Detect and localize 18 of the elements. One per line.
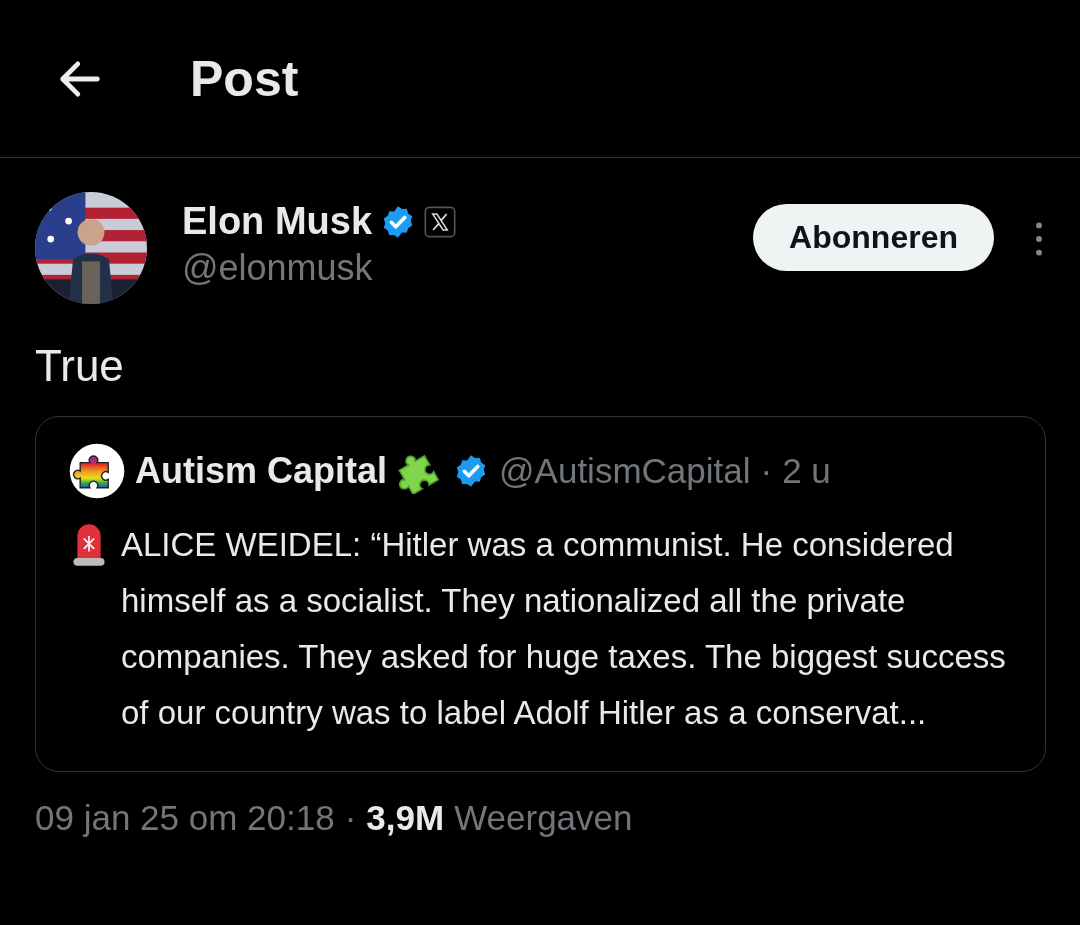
quoted-author-name[interactable]: Autism Capital [135,450,388,492]
views-label: Weergaven [454,798,633,838]
quoted-post-card[interactable] [35,416,1046,772]
post-timestamp: 09 jan 25 om 20:18 [35,798,335,838]
follow-button[interactable]: Abonneren [753,204,994,271]
quoted-post-text: ALICE WEIDEL: “Hitler was a communist. He considered himself as a socialist. They nationalized all the private companies. They asked for huge taxes. The biggest success of our country was to label Adolf Hitler as a conservat... [121,525,1007,733]
separator-dot: · [344,798,357,838]
post-text: True [34,340,125,392]
separator-dot: · [760,451,773,491]
post-time: 2 u [782,451,831,491]
affiliation-badge-icon [424,205,457,238]
quoted-author-handle[interactable]: @AutismCapital [499,451,751,491]
author-handle[interactable]: @elonmusk [182,247,754,289]
author-name[interactable]: Elon Musk [182,200,373,243]
page-title: Post [190,49,299,108]
puzzle-avatar-icon [69,443,125,499]
more-options-icon[interactable] [1034,222,1044,256]
view-count: 3,9M [366,798,445,838]
